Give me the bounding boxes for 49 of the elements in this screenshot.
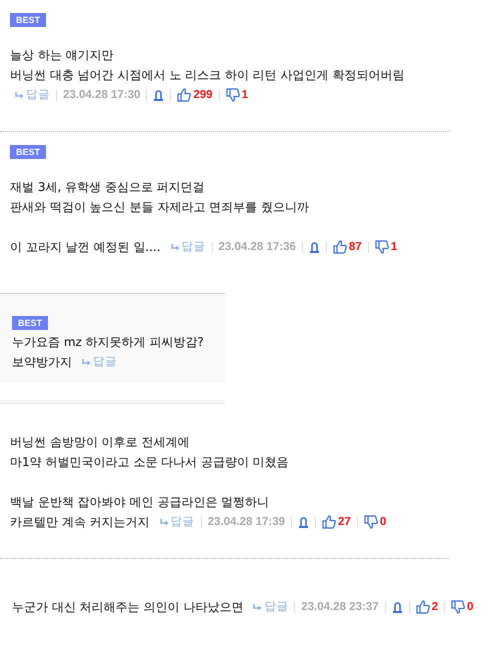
report-bell-icon[interactable] bbox=[153, 90, 164, 100]
comment-date: 23.04.28 17:39 bbox=[208, 515, 286, 530]
reply-link[interactable]: 답글 bbox=[253, 597, 288, 617]
reply-arrow-icon bbox=[82, 358, 91, 366]
thumbs-up-icon[interactable] bbox=[177, 88, 192, 102]
reply-arrow-icon bbox=[160, 518, 169, 526]
like-count: 87 bbox=[348, 240, 362, 255]
reply-arrow-icon bbox=[253, 604, 262, 610]
like-count: 27 bbox=[338, 515, 351, 530]
comment-text: 누가요즘 mz 하지못하게 피씨방감? bbox=[12, 334, 204, 351]
comment-text: 카르텔만 계속 커지는거지 bbox=[10, 514, 150, 531]
comment-text: 이 꼬라지 날껀 예정된 일.... bbox=[10, 239, 161, 256]
thumbs-down-icon[interactable] bbox=[364, 515, 378, 529]
thumbs-up-icon[interactable] bbox=[332, 240, 347, 254]
comment-date: 23.04.28 17:36 bbox=[218, 240, 296, 255]
like-count: 2 bbox=[432, 600, 438, 615]
comment-text: 판새와 떡검이 높으신 분들 자제라고 면죄부를 줬으니까 bbox=[10, 199, 309, 216]
comment-text: 늘상 하는 얘기지만 bbox=[10, 47, 114, 64]
dislike-count: 0 bbox=[467, 600, 474, 615]
reply-arrow-icon bbox=[15, 92, 24, 98]
reply-link[interactable]: 답글 bbox=[15, 85, 50, 105]
best-badge: BEST bbox=[12, 316, 48, 330]
thumbs-down-icon[interactable] bbox=[226, 88, 240, 102]
best-badge: BEST bbox=[10, 145, 46, 159]
comment-text: 버닝썬 대충 넘어간 시점에서 노 리스크 하이 리턴 사업인게 확정되어버림 bbox=[10, 67, 404, 84]
thumbs-down-icon[interactable] bbox=[374, 240, 389, 254]
thumbs-up-icon[interactable] bbox=[416, 600, 430, 614]
comment-text: 누군가 대신 처리해주는 의인이 나타났으면 bbox=[12, 599, 244, 616]
like-count: 299 bbox=[193, 88, 213, 103]
comment-text: 마1약 허벌민국이라고 소문 다나서 공급량이 미쳤음 bbox=[10, 454, 289, 471]
best-badge: BEST bbox=[10, 13, 46, 27]
dislike-count: 0 bbox=[380, 515, 386, 530]
thumbs-up-icon[interactable] bbox=[322, 515, 336, 529]
comment-text: 백날 운반책 잡아봐야 메인 공급라인은 멀쩡하니 bbox=[10, 494, 270, 511]
thumbs-down-icon[interactable] bbox=[451, 600, 466, 614]
reply-link[interactable]: 답글 bbox=[160, 512, 195, 532]
comment-text: 재벌 3세, 유학생 중심으로 퍼지던걸 bbox=[10, 179, 205, 196]
comment-date: 23.04.28 23:37 bbox=[301, 600, 379, 615]
comment-text: 보약방가지 bbox=[12, 354, 72, 371]
comment-date: 23.04.28 17:30 bbox=[63, 88, 140, 103]
dislike-count: 1 bbox=[242, 88, 248, 103]
reply-link[interactable]: 답글 bbox=[170, 237, 206, 257]
reply-link[interactable]: 답글 bbox=[82, 352, 117, 372]
report-bell-icon[interactable] bbox=[298, 516, 310, 528]
dislike-count: 1 bbox=[390, 240, 398, 255]
reply-arrow-icon bbox=[170, 244, 180, 250]
report-bell-icon[interactable] bbox=[308, 242, 320, 252]
report-bell-icon[interactable] bbox=[392, 602, 403, 612]
comment-text: 버닝썬 솜방망이 이후로 전세계에 bbox=[10, 434, 190, 451]
